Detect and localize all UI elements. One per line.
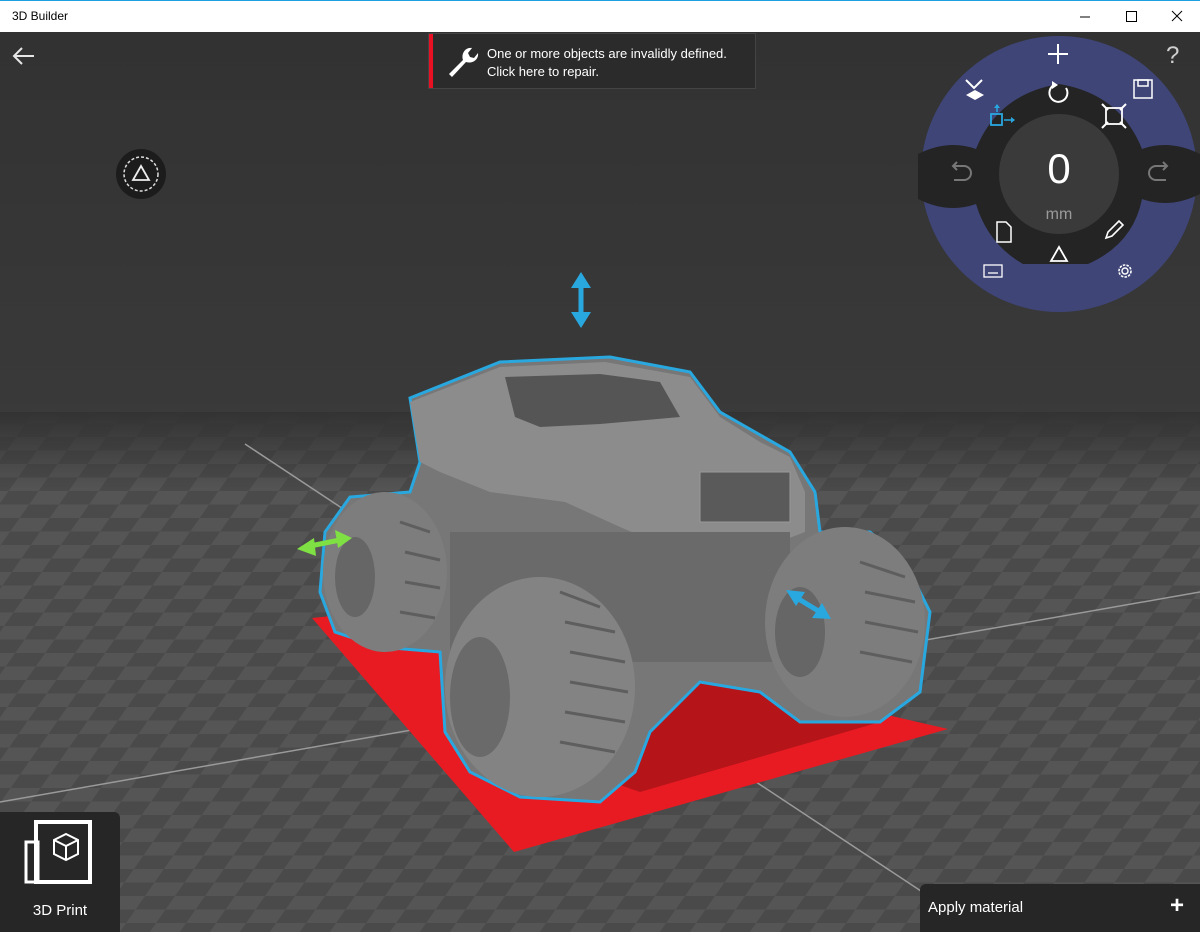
help-icon: ?: [1166, 42, 1180, 69]
back-button[interactable]: [8, 42, 40, 70]
keyboard-icon[interactable]: [982, 262, 1004, 280]
close-icon: [1171, 10, 1183, 22]
drop-to-floor-icon[interactable]: [962, 76, 988, 104]
redo-icon[interactable]: [1148, 160, 1174, 186]
undo-icon[interactable]: [946, 160, 972, 186]
scale-icon[interactable]: [1100, 102, 1128, 130]
maximize-icon: [1126, 11, 1137, 22]
file-icon[interactable]: [994, 220, 1014, 244]
apply-material-label: Apply material: [928, 899, 1024, 916]
mode-triangle-icon: [123, 156, 159, 192]
3d-print-button[interactable]: 3D Print: [0, 812, 120, 932]
truck-cab: [505, 374, 680, 427]
rotate-icon[interactable]: [1046, 80, 1072, 106]
repair-message: One or more objects are invalidly define…: [487, 46, 727, 79]
dimension-unit: mm: [1045, 206, 1073, 223]
print-3d-icon: [24, 820, 92, 884]
selection-mode-button[interactable]: [116, 149, 166, 199]
maximize-button[interactable]: [1108, 1, 1154, 32]
move-vertical-handle[interactable]: [571, 272, 591, 328]
add-material-icon[interactable]: +: [1170, 892, 1184, 920]
close-button[interactable]: [1154, 1, 1200, 32]
3d-print-label: 3D Print: [32, 902, 88, 919]
help-button[interactable]: ?: [1166, 42, 1179, 70]
repair-notification[interactable]: One or more objects are invalidly define…: [429, 34, 755, 88]
truck-grille: [699, 471, 791, 523]
dimension-value: 0: [1047, 145, 1071, 192]
edit-pencil-icon[interactable]: [1102, 218, 1126, 242]
window-title: 3D Builder: [12, 9, 69, 23]
minimize-button[interactable]: [1062, 1, 1108, 32]
add-icon[interactable]: [1046, 42, 1070, 66]
wheel-hub: [335, 537, 375, 617]
back-arrow-icon: [12, 47, 34, 65]
settings-gear-icon[interactable]: [1114, 260, 1136, 282]
title-bar: 3D Builder: [0, 0, 1200, 32]
save-icon[interactable]: [1132, 78, 1154, 100]
wrench-icon: [449, 47, 479, 77]
wheel-hub: [450, 637, 510, 757]
apply-material-panel[interactable]: Apply material +: [920, 884, 1200, 932]
triangle-mode-icon[interactable]: [1048, 244, 1070, 264]
minimize-icon: [1080, 16, 1090, 18]
move-icon[interactable]: [988, 104, 1018, 130]
3d-viewport[interactable]: One or more objects are invalidly define…: [0, 32, 1200, 932]
